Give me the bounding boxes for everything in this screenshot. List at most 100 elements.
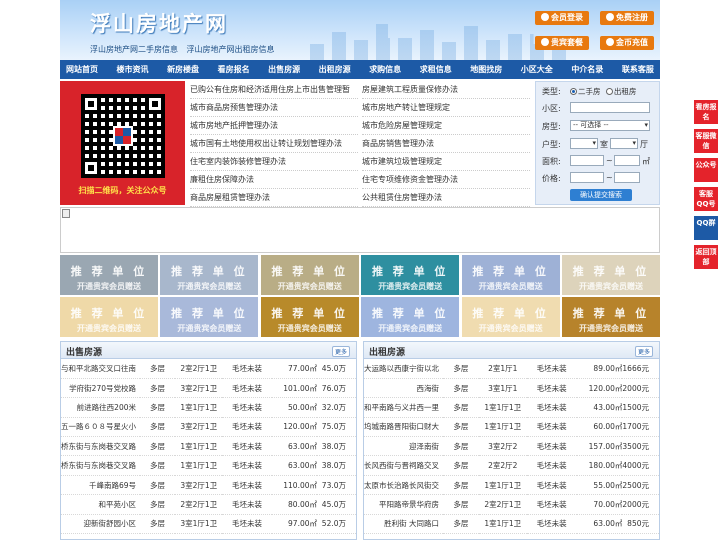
rent-listing-row[interactable]: 太原市长治路长风街交 多层 1室1厅1卫 毛坯未装 55.00㎡ 2500元 [364, 475, 659, 496]
nav-for-rent[interactable]: 出租房源 [319, 64, 351, 75]
recommended-unit-tile[interactable]: 推 荐 单 位开通贵宾会员赠送 [260, 297, 359, 337]
listing-location[interactable]: 长风西街与晋祠路交叉 [364, 455, 443, 476]
policy-link[interactable]: 城市国有土地使用权出让转让规划管理办法 [190, 135, 358, 153]
recommended-unit-tile[interactable]: 推 荐 单 位开通贵宾会员赠送 [260, 255, 359, 295]
recommended-unit-tile[interactable]: 推 荐 单 位开通贵宾会员赠送 [361, 255, 460, 295]
sale-listing-row[interactable]: 千峰南路69号 多层 3室2厅1卫 毛坯未装 110.00㎡ 73.0万 [61, 475, 356, 496]
policy-link[interactable]: 城市商品房预售管理办法 [190, 99, 358, 117]
policy-link[interactable]: 住宅室内装饰装修管理办法 [190, 153, 358, 171]
sale-more-link[interactable]: 更多 [331, 346, 350, 357]
coin-recharge-button[interactable]: 金币充值 [600, 36, 654, 50]
recommended-unit-tile[interactable]: 推 荐 单 位开通贵宾会员赠送 [361, 297, 460, 337]
community-input[interactable] [570, 102, 650, 113]
sale-listing-row[interactable]: 迎新街舒园小区 多层 3室1厅1卫 毛坯未装 97.00㎡ 52.0万 [61, 514, 356, 535]
rent-more-link[interactable]: 更多 [634, 346, 653, 357]
search-submit-button[interactable]: 确认提交搜索 [570, 189, 632, 201]
recommended-unit-tile[interactable]: 推 荐 单 位开通贵宾会员赠送 [160, 297, 259, 337]
housing-select[interactable]: -- 可选择 -- [570, 120, 650, 131]
subtitle-link-sale[interactable]: 浮山房地产网二手房信息 [90, 45, 178, 54]
hall-select[interactable] [610, 138, 638, 149]
rent-listing-row[interactable]: 西海街 多层 3室1厅1 毛坯未装 120.00㎡ 2000元 [364, 378, 659, 399]
area-min-input[interactable] [570, 155, 604, 166]
sale-listing-row[interactable]: 与和平北路交叉口往南 多层 2室2厅1卫 毛坯未装 77.00㎡ 45.0万 [61, 359, 356, 379]
nav-home[interactable]: 网站首页 [66, 64, 98, 75]
recommended-unit-tile[interactable]: 推 荐 单 位开通贵宾会员赠送 [461, 297, 560, 337]
listing-location[interactable]: 和平南路与义井西一里 [364, 397, 443, 418]
side-viewing-signup[interactable]: 看房报名 [694, 100, 718, 124]
listing-location[interactable]: 西海街 [364, 378, 443, 399]
subtitle-link-rent[interactable]: 浮山房地产网出租房信息 [187, 45, 275, 54]
listing-location[interactable]: 迎新街舒园小区 [61, 514, 140, 535]
nav-communities[interactable]: 小区大全 [521, 64, 553, 75]
policy-link[interactable]: 已购公有住房和经济适用住房上市出售管理暂 [190, 81, 358, 99]
listing-location[interactable]: 千峰南路69号 [61, 475, 140, 496]
recommended-unit-tile[interactable]: 推 荐 单 位开通贵宾会员赠送 [160, 255, 259, 295]
rent-listing-row[interactable]: 胜利街 大同路口 多层 1室1厅1卫 毛坯未装 63.00㎡ 850元 [364, 514, 659, 535]
listing-location[interactable]: 迎泽南街 [364, 436, 443, 457]
policy-link[interactable]: 房屋建筑工程质量保修办法 [362, 81, 530, 99]
listing-location[interactable]: 与和平北路交叉口往南 [61, 359, 140, 379]
listing-location[interactable]: 胜利街 大同路口 [364, 514, 443, 535]
listing-location[interactable]: 坞城南路晋阳街口财大 [364, 417, 443, 438]
policy-link[interactable]: 商品房屋租赁管理办法 [190, 189, 358, 207]
listing-location[interactable]: 学府街270号党校路 [61, 378, 140, 399]
nav-contact[interactable]: 联系客服 [622, 64, 654, 75]
listing-location[interactable]: 桃园正街6号院 [61, 533, 140, 539]
policy-link[interactable]: 城市危险房屋管理规定 [362, 117, 530, 135]
sale-listing-row[interactable]: 前进路往西200米 多层 1室1厅1卫 毛坯未装 50.00㎡ 32.0万 [61, 397, 356, 418]
side-qq[interactable]: 客服QQ号 [694, 187, 718, 211]
policy-link[interactable]: 城市建筑垃圾管理规定 [362, 153, 530, 171]
nav-map[interactable]: 地图找房 [470, 64, 502, 75]
nav-want-buy[interactable]: 求购信息 [369, 64, 401, 75]
recommended-unit-tile[interactable]: 推 荐 单 位开通贵宾会员赠送 [60, 297, 158, 337]
side-wechat[interactable]: 客服微信 [694, 129, 718, 153]
recommended-unit-tile[interactable]: 推 荐 单 位开通贵宾会员赠送 [461, 255, 560, 295]
listing-location[interactable]: 大运路以西康宁街以北 [364, 359, 443, 379]
sale-listing-row[interactable]: 桃园正街6号院多层3室2厅1卫毛坯未装170.00㎡130.0万 [61, 533, 356, 539]
recommended-unit-tile[interactable]: 推 荐 单 位开通贵宾会员赠送 [562, 297, 660, 337]
listing-location[interactable]: 前进路往西200米 [61, 397, 140, 418]
sale-listing-row[interactable]: 桥东街与东岗巷交叉路 多层 1室1厅1卫 毛坯未装 63.00㎡ 38.0万 [61, 436, 356, 457]
sale-listing-row[interactable]: 桥东街与东岗巷交叉路 多层 1室1厅1卫 毛坯未装 63.00㎡ 38.0万 [61, 455, 356, 476]
rent-listing-row[interactable]: 大运路以西康宁街以北 多层 2室1厅1 毛坯未装 89.00㎡ 1666元 [364, 359, 659, 379]
side-qq-group[interactable]: QQ群 [694, 216, 718, 240]
radio-secondhand[interactable] [570, 88, 577, 95]
listing-location[interactable]: 桥东街与东岗巷交叉路 [61, 455, 140, 476]
vip-package-button[interactable]: 贵宾套餐 [535, 36, 589, 50]
sale-listing-row[interactable]: 学府街270号党校路 多层 3室2厅1卫 毛坯未装 101.00㎡ 76.0万 [61, 378, 356, 399]
login-button[interactable]: 会员登录 [535, 11, 589, 25]
nav-news[interactable]: 楼市资讯 [117, 64, 149, 75]
sale-listing-row[interactable]: 和平苑小区 多层 2室2厅1卫 毛坯未装 80.00㎡ 45.0万 [61, 494, 356, 515]
listing-location[interactable]: 桥东街与东岗巷交叉路 [61, 436, 140, 457]
rent-listing-row[interactable]: 长治路与长风街交叉路多层2室1厅1卫毛坯未装88.00㎡2300元 [364, 533, 659, 539]
rent-listing-row[interactable]: 坞城南路晋阳街口财大 多层 1室1厅1卫 毛坯未装 60.00㎡ 1700元 [364, 417, 659, 438]
listing-location[interactable]: 太原市长治路长风街交 [364, 475, 443, 496]
recommended-unit-tile[interactable]: 推 荐 单 位开通贵宾会员赠送 [60, 255, 158, 295]
sale-listing-row[interactable]: 五一路６０８号星火小 多层 3室2厅1卫 毛坯未装 120.00㎡ 75.0万 [61, 417, 356, 438]
price-max-input[interactable] [614, 172, 640, 183]
listing-location[interactable]: 五一路６０８号星火小 [61, 417, 140, 438]
recommended-unit-tile[interactable]: 推 荐 单 位开通贵宾会员赠送 [562, 255, 660, 295]
rent-listing-row[interactable]: 平阳路帝景华府房 多层 2室2厅1卫 毛坯未装 70.00㎡ 2000元 [364, 494, 659, 515]
nav-agents[interactable]: 中介名录 [571, 64, 603, 75]
nav-want-rent[interactable]: 求租信息 [420, 64, 452, 75]
nav-for-sale[interactable]: 出售房源 [268, 64, 300, 75]
area-max-input[interactable] [614, 155, 640, 166]
listing-location[interactable]: 和平苑小区 [61, 494, 140, 515]
register-button[interactable]: 免费注册 [600, 11, 654, 25]
rent-listing-row[interactable]: 和平南路与义井西一里 多层 1室1厅1卫 毛坯未装 43.00㎡ 1500元 [364, 397, 659, 418]
side-back-to-top[interactable]: 返回顶部 [694, 245, 718, 269]
rent-listing-row[interactable]: 长风西街与晋祠路交叉 多层 2室2厅2 毛坯未装 180.00㎡ 4000元 [364, 455, 659, 476]
listing-location[interactable]: 平阳路帝景华府房 [364, 494, 443, 515]
policy-link[interactable]: 商品房销售管理办法 [362, 135, 530, 153]
policy-link[interactable]: 城市房地产抵押管理办法 [190, 117, 358, 135]
price-min-input[interactable] [570, 172, 604, 183]
nav-new-houses[interactable]: 新房楼盘 [167, 64, 199, 75]
radio-rental[interactable] [605, 88, 613, 95]
policy-link[interactable]: 廉租住房保障办法 [190, 171, 358, 189]
listing-location[interactable]: 长治路与长风街交叉路 [364, 533, 443, 539]
rent-listing-row[interactable]: 迎泽南街 多层 3室2厅2 毛坯未装 157.00㎡ 3500元 [364, 436, 659, 457]
banner-ad[interactable] [60, 207, 660, 253]
nav-viewing-signup[interactable]: 看房报名 [218, 64, 250, 75]
site-title[interactable]: 浮山房地产网 [90, 8, 228, 38]
